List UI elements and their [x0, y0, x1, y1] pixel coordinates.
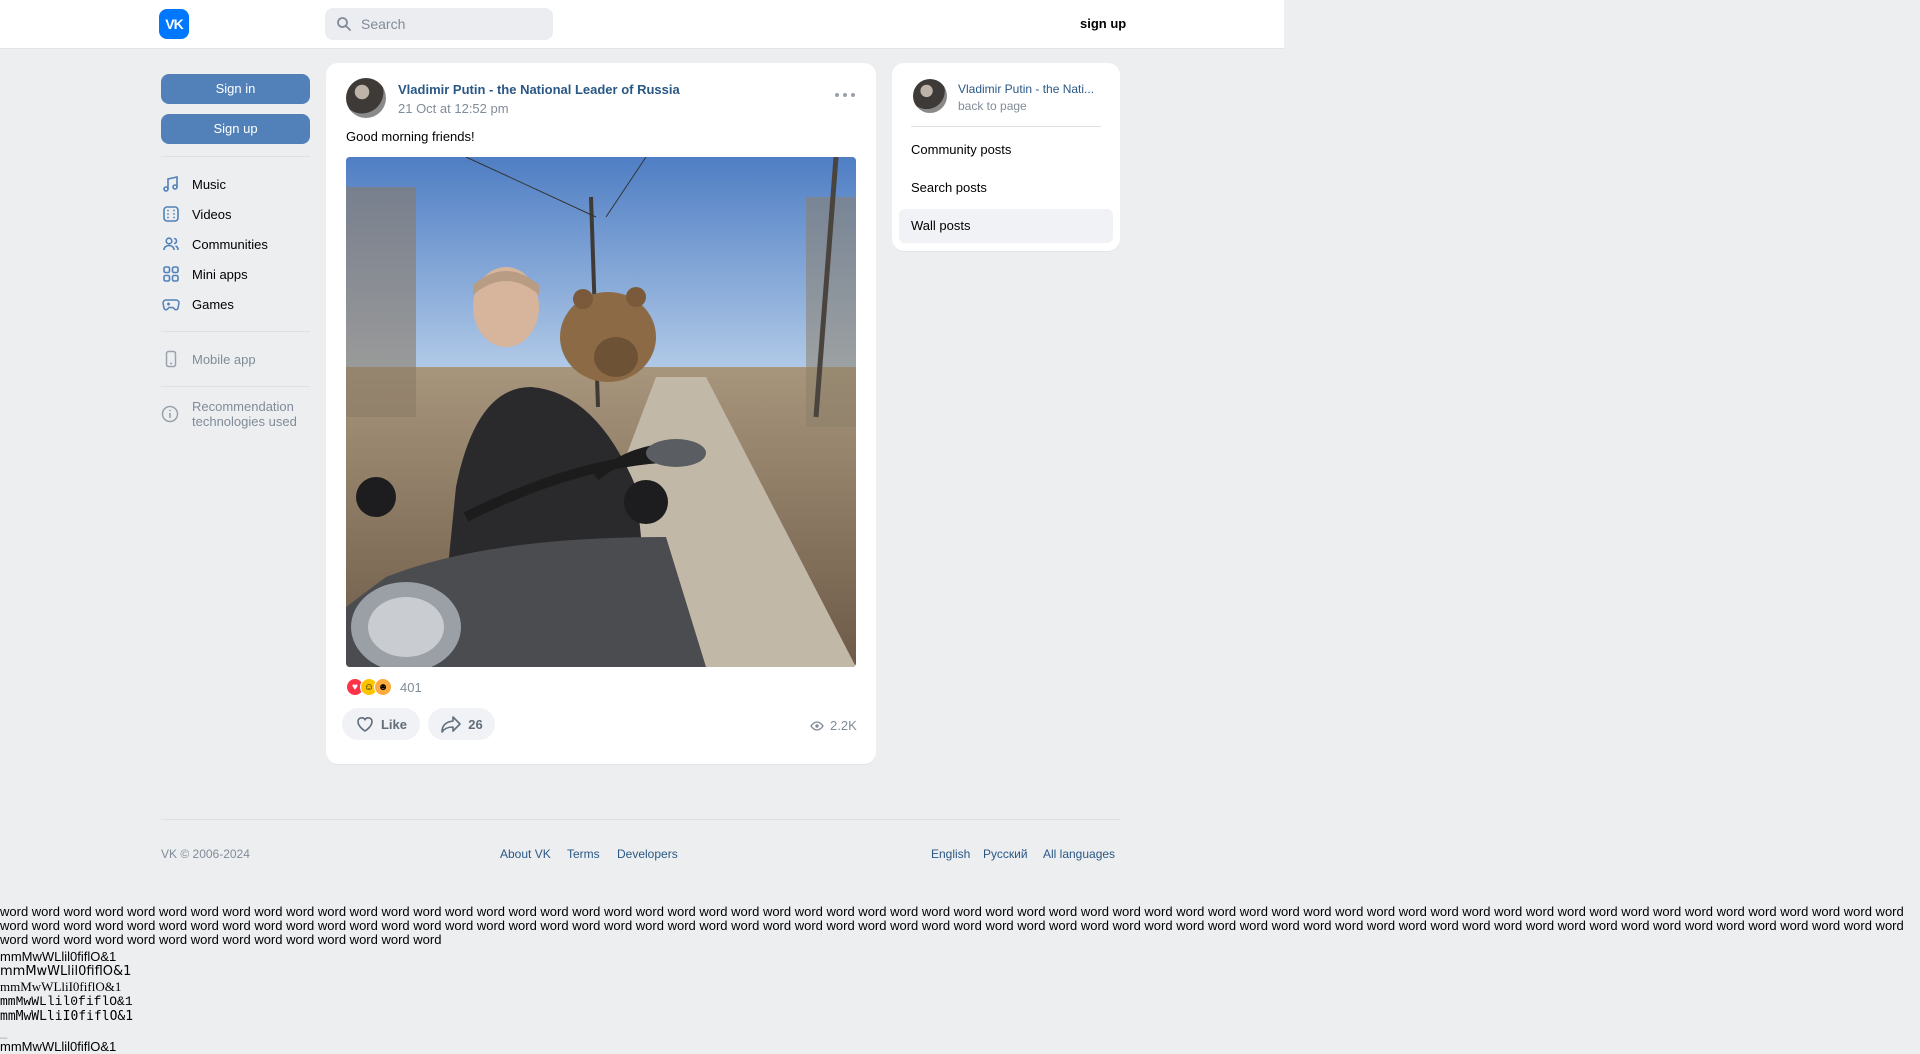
community-posts-link[interactable]: Community posts — [899, 133, 1113, 167]
share-count: 26 — [468, 716, 483, 732]
info-icon — [161, 405, 181, 425]
share-button[interactable]: 26 — [428, 708, 495, 740]
glyph-line: mmMwWLlil0fiflO&1 — [0, 964, 132, 979]
footer-divider — [161, 819, 1120, 820]
photo-illustration — [346, 157, 856, 667]
widget-divider — [911, 126, 1101, 127]
search-posts-link[interactable]: Search posts — [899, 171, 1113, 205]
nav-item-label: Videos — [192, 206, 232, 222]
footer-developers-link[interactable]: Developers — [617, 847, 678, 861]
apps-icon — [161, 264, 181, 284]
video-icon — [161, 204, 181, 224]
search-box[interactable] — [325, 8, 553, 40]
post-text: Good morning friends! — [346, 129, 475, 144]
nav-item-label: Games — [192, 296, 234, 312]
like-label: Like — [380, 716, 407, 732]
glyph-line: mmMwWLliI0fiflO&1 — [0, 979, 122, 994]
vk-logo[interactable]: VK — [159, 9, 189, 39]
nav-divider — [161, 386, 310, 387]
glyph-line: mmMwWLliI0fiflO&1 — [0, 1009, 134, 1024]
glyph-test-block: mmMwWLlil0fiflO&1 mmMwWLlil0fiflO&1 mmMw… — [0, 949, 133, 1054]
author-avatar[interactable] — [346, 78, 386, 118]
recommendation-line-1: Recommendation — [192, 399, 294, 414]
page-widget: Vladimir Putin - the Nati... back to pag… — [892, 63, 1120, 251]
nav-item-recommendation[interactable]: Recommendation technologies used — [161, 399, 310, 429]
recommendation-line-2: technologies used — [192, 414, 297, 429]
glyph-line: mmMwWLlil0fiflO&1 — [0, 994, 133, 1009]
recommendation-label: Recommendation technologies used — [192, 399, 297, 429]
post-card: Vladimir Putin - the National Leader of … — [326, 63, 876, 764]
nav-item-label: Mini apps — [192, 266, 248, 282]
post-author-link[interactable]: Vladimir Putin - the National Leader of … — [398, 82, 680, 97]
nav-item-label: Music — [192, 176, 226, 192]
heart-icon — [357, 717, 373, 732]
share-icon — [441, 716, 462, 733]
search-input[interactable] — [361, 16, 541, 32]
nav-divider — [161, 156, 310, 157]
phone-icon — [161, 349, 181, 369]
post-date[interactable]: 21 Oct at 12:52 pm — [398, 101, 509, 116]
glyph-separator: _ — [0, 1024, 8, 1039]
footer-english-link[interactable]: English — [931, 847, 970, 861]
header-signup-link[interactable]: sign up — [1080, 16, 1126, 31]
nav-item-label: Communities — [192, 236, 268, 252]
nav-item-music[interactable]: Music — [161, 169, 310, 199]
views-counter: 2.2K — [810, 718, 857, 733]
footer-about-link[interactable]: About VK — [500, 847, 551, 861]
footer-copyright: VK © 2006-2024 — [161, 847, 250, 861]
glyph-line: mmMwWLlil0fiflO&1 — [0, 1039, 117, 1054]
back-to-page-link[interactable]: back to page — [958, 99, 1027, 113]
glyph-line: mmMwWLlil0fiflO&1 — [0, 949, 117, 964]
wall-posts-link[interactable]: Wall posts — [899, 209, 1113, 243]
sign-up-button[interactable]: Sign up — [161, 114, 310, 144]
eye-icon — [810, 720, 824, 731]
nav-item-mobile-app[interactable]: Mobile app — [161, 344, 310, 374]
repeated-words-text: word word word word word word word word … — [0, 905, 1908, 947]
footer-all-languages-link[interactable]: All languages — [1043, 847, 1115, 861]
views-count: 2.2K — [830, 718, 857, 733]
like-button[interactable]: Like — [342, 708, 420, 740]
reactions-summary[interactable]: ♥ ☺ ☻ 401 — [346, 678, 422, 696]
widget-page-name[interactable]: Vladimir Putin - the Nati... — [958, 82, 1102, 96]
search-icon — [337, 17, 351, 31]
love-eyes-reaction-icon: ☻ — [374, 678, 392, 696]
left-nav: Sign in Sign up Music Videos Communities… — [161, 74, 310, 429]
nav-item-label: Mobile app — [192, 351, 256, 367]
widget-avatar[interactable] — [913, 79, 947, 113]
more-options-icon[interactable] — [835, 91, 855, 99]
music-icon — [161, 174, 181, 194]
nav-item-communities[interactable]: Communities — [161, 229, 310, 259]
nav-divider — [161, 331, 310, 332]
footer-terms-link[interactable]: Terms — [567, 847, 600, 861]
nav-item-videos[interactable]: Videos — [161, 199, 310, 229]
top-header: VK sign up — [0, 0, 1284, 48]
reactions-count: 401 — [400, 679, 422, 695]
nav-item-mini-apps[interactable]: Mini apps — [161, 259, 310, 289]
users-icon — [161, 234, 181, 254]
footer-russian-link[interactable]: Русский — [983, 847, 1028, 861]
gamepad-icon — [161, 294, 181, 314]
nav-item-games[interactable]: Games — [161, 289, 310, 319]
sign-in-button[interactable]: Sign in — [161, 74, 310, 104]
post-photo[interactable] — [346, 157, 856, 667]
